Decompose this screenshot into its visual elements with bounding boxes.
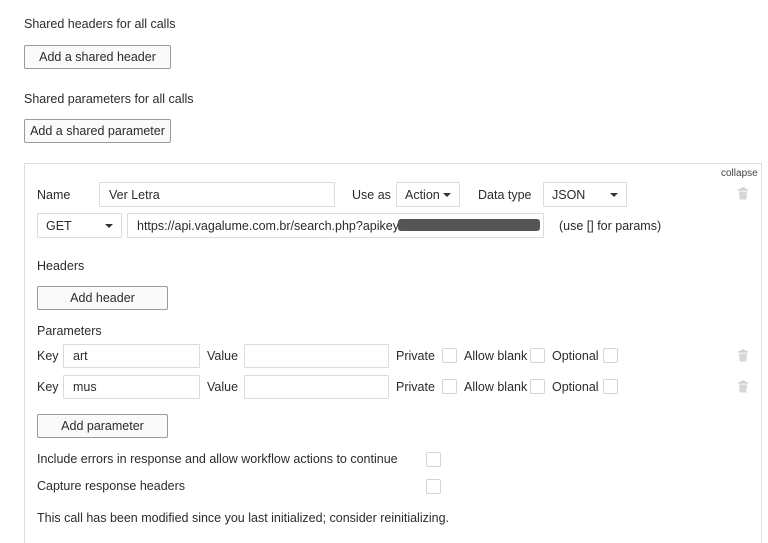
- param-key-label: Key: [37, 380, 59, 394]
- parameters-title: Parameters: [37, 324, 102, 338]
- trash-icon[interactable]: [737, 349, 749, 365]
- use-as-dropdown[interactable]: Action: [396, 182, 460, 207]
- private-checkbox[interactable]: [442, 348, 457, 363]
- param-value-input[interactable]: [244, 375, 389, 399]
- caret-down-icon: [443, 192, 451, 197]
- name-label: Name: [37, 188, 71, 202]
- use-as-label: Use as: [352, 188, 391, 202]
- optional-label: Optional: [552, 380, 599, 394]
- add-shared-parameter-button[interactable]: Add a shared parameter: [24, 119, 171, 143]
- private-label: Private: [396, 380, 435, 394]
- capture-headers-checkbox[interactable]: [426, 479, 441, 494]
- data-type-value: JSON: [552, 187, 586, 202]
- private-label: Private: [396, 349, 435, 363]
- private-checkbox[interactable]: [442, 379, 457, 394]
- include-errors-label: Include errors in response and allow wor…: [37, 452, 398, 466]
- param-value-input[interactable]: [244, 344, 389, 368]
- param-key-label: Key: [37, 349, 59, 363]
- http-method-value: GET: [46, 218, 72, 233]
- capture-headers-label: Capture response headers: [37, 479, 186, 493]
- trash-icon[interactable]: [737, 187, 749, 203]
- caret-down-icon: [610, 192, 618, 197]
- param-key-input[interactable]: mus: [63, 375, 200, 399]
- shared-headers-title: Shared headers for all calls: [24, 17, 176, 31]
- param-value-label: Value: [207, 380, 239, 394]
- add-shared-header-button[interactable]: Add a shared header: [24, 45, 171, 69]
- collapse-link[interactable]: collapse: [721, 166, 758, 182]
- caret-down-icon: [105, 223, 113, 228]
- use-as-value: Action: [405, 187, 440, 202]
- allow-blank-label: Allow blank: [464, 380, 528, 394]
- include-errors-checkbox[interactable]: [426, 452, 441, 467]
- param-value-label: Value: [207, 349, 239, 363]
- url-text: https://api.vagalume.com.br/search.php?a…: [137, 218, 407, 233]
- add-header-button[interactable]: Add header: [37, 286, 168, 310]
- headers-title: Headers: [37, 259, 85, 273]
- allow-blank-checkbox[interactable]: [530, 379, 545, 394]
- redacted-api-key: [398, 219, 540, 231]
- data-type-label: Data type: [478, 188, 532, 202]
- allow-blank-label: Allow blank: [464, 349, 528, 363]
- data-type-dropdown[interactable]: JSON: [543, 182, 627, 207]
- shared-params-title: Shared parameters for all calls: [24, 92, 194, 106]
- optional-checkbox[interactable]: [603, 348, 618, 363]
- call-name-input[interactable]: Ver Letra: [99, 182, 335, 207]
- http-method-dropdown[interactable]: GET: [37, 213, 122, 238]
- allow-blank-checkbox[interactable]: [530, 348, 545, 363]
- modified-notice: This call has been modified since you la…: [37, 511, 450, 525]
- add-parameter-button[interactable]: Add parameter: [37, 414, 168, 438]
- optional-label: Optional: [552, 349, 599, 363]
- url-hint: (use [] for params): [559, 219, 662, 233]
- trash-icon[interactable]: [737, 380, 749, 396]
- optional-checkbox[interactable]: [603, 379, 618, 394]
- param-key-input[interactable]: art: [63, 344, 200, 368]
